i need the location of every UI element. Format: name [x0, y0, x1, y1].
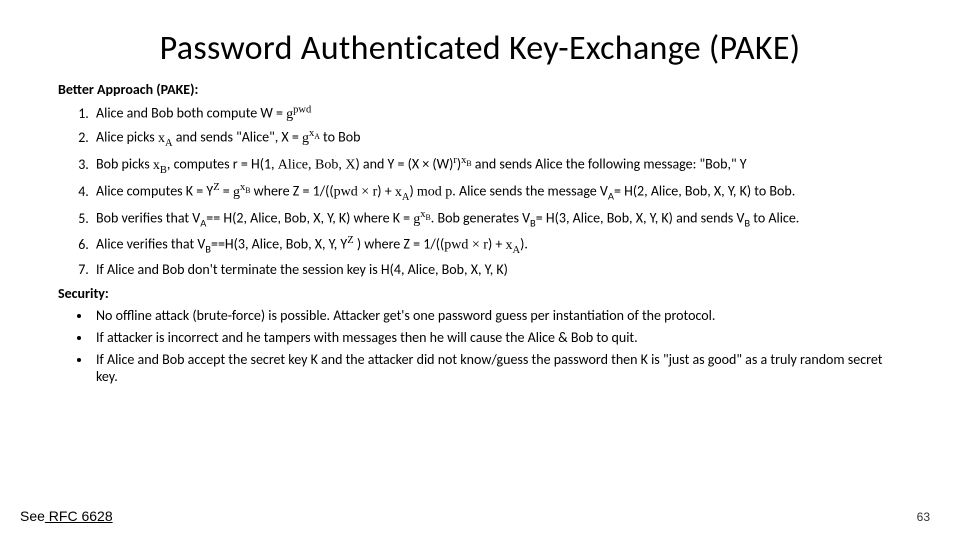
slide-title: Password Authenticated Key-Exchange (PAK…	[58, 28, 902, 69]
security-item-1: No offline attack (brute-force) is possi…	[92, 307, 902, 325]
step-1: Alice and Bob both compute W = gpwd	[92, 103, 902, 124]
security-item-2: If attacker is incorrect and he tampers …	[92, 329, 902, 347]
step-7: If Alice and Bob don't terminate the ses…	[92, 261, 902, 279]
rfc-link[interactable]: RFC 6628	[45, 508, 113, 524]
footer-reference: See RFC 6628	[20, 508, 113, 524]
step-3: Bob picks xB, computes r = H(1, Alice, B…	[92, 154, 902, 177]
slide-body: Better Approach (PAKE): Alice and Bob bo…	[58, 81, 902, 386]
slide: Password Authenticated Key-Exchange (PAK…	[0, 0, 960, 540]
security-list: No offline attack (brute-force) is possi…	[58, 307, 902, 387]
step-2: Alice picks xA and sends "Alice", X = gx…	[92, 127, 902, 150]
steps-list: Alice and Bob both compute W = gpwd Alic…	[58, 103, 902, 279]
security-heading: Security:	[58, 285, 902, 303]
page-number: 63	[917, 510, 930, 524]
step-5: Bob verifies that VA== H(2, Alice, Bob, …	[92, 208, 902, 230]
step-6: Alice verifies that VB==H(3, Alice, Bob,…	[92, 234, 902, 257]
step-4: Alice computes K = YZ = gxB where Z = 1/…	[92, 181, 902, 204]
approach-heading: Better Approach (PAKE):	[58, 81, 902, 99]
security-item-3: If Alice and Bob accept the secret key K…	[92, 351, 902, 387]
